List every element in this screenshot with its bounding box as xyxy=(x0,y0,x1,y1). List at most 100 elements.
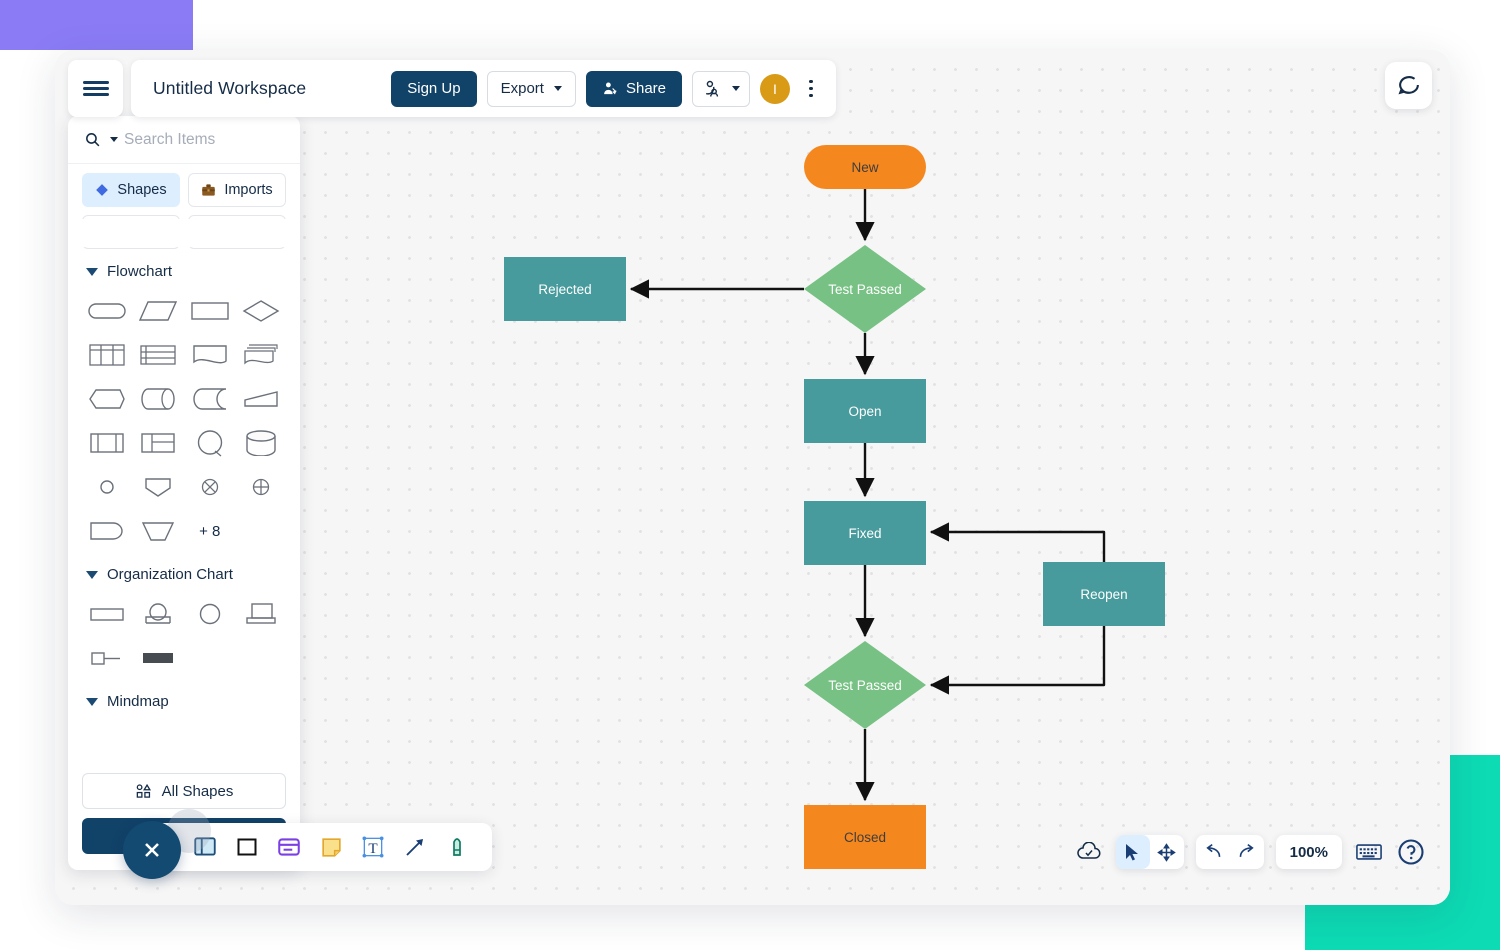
redo-button[interactable] xyxy=(1230,835,1264,869)
shape-org-role[interactable] xyxy=(82,637,132,679)
shape-database[interactable] xyxy=(237,422,287,464)
tab-imports-label: Imports xyxy=(224,182,273,198)
card-icon xyxy=(278,838,300,856)
shape-internal-storage[interactable] xyxy=(82,422,132,464)
shape-org-assistant[interactable] xyxy=(237,593,287,635)
close-icon xyxy=(145,843,159,857)
keyboard-icon xyxy=(1356,844,1382,860)
pointer-mode-group xyxy=(1115,835,1184,869)
shape-org-circle[interactable] xyxy=(185,593,235,635)
title-bar: Untitled Workspace Sign Up Export Share xyxy=(131,60,836,117)
collaborators-button[interactable] xyxy=(692,70,750,107)
connector-tool[interactable] xyxy=(398,830,432,864)
flow-node-reopen[interactable]: Reopen xyxy=(1043,562,1165,626)
shape-tool[interactable] xyxy=(230,830,264,864)
shape-rounded-right[interactable] xyxy=(82,510,132,552)
collaborators-icon xyxy=(705,80,719,97)
flow-node-label: Open xyxy=(848,403,882,419)
hamburger-menu-button[interactable] xyxy=(68,60,123,117)
flow-node-label: New xyxy=(851,159,879,175)
tab-imports[interactable]: Imports xyxy=(188,173,286,207)
cursor-icon xyxy=(1126,843,1139,860)
shape-document[interactable] xyxy=(185,334,235,376)
flow-node-test-passed-2[interactable]: Test Passed xyxy=(804,641,926,729)
move-icon xyxy=(1157,842,1176,862)
shape-trapezoid[interactable] xyxy=(134,510,184,552)
flow-node-rejected[interactable]: Rejected xyxy=(504,257,626,321)
flow-node-label: Test Passed xyxy=(828,281,902,297)
marker-icon xyxy=(453,838,461,856)
shape-x-circle[interactable] xyxy=(185,466,235,508)
select-tool-button[interactable] xyxy=(1115,835,1150,869)
search-input[interactable]: Search Items xyxy=(124,131,215,149)
shape-trapezoid-skew[interactable] xyxy=(237,378,287,420)
chevron-down-icon xyxy=(553,86,562,91)
shape-grid-organization-chart xyxy=(82,593,286,679)
search-icon xyxy=(86,133,100,147)
shape-striped-table[interactable] xyxy=(134,334,184,376)
flow-node-closed[interactable]: Closed xyxy=(804,805,926,869)
shape-plus-circle[interactable] xyxy=(237,466,287,508)
shape-circle[interactable] xyxy=(185,422,235,464)
group-title: Flowchart xyxy=(107,263,173,280)
more-options-button[interactable] xyxy=(800,74,822,104)
sticky-note-tool[interactable] xyxy=(314,830,348,864)
share-button[interactable]: Share xyxy=(585,70,682,107)
pen-tool[interactable] xyxy=(440,830,474,864)
chat-button[interactable] xyxy=(1385,62,1432,109)
chat-bubble-icon xyxy=(1398,76,1419,95)
sign-up-button[interactable]: Sign Up xyxy=(391,70,477,107)
tab-shapes-label: Shapes xyxy=(117,182,167,198)
shape-hexagon[interactable] xyxy=(82,378,132,420)
shape-more-count[interactable]: + 8 xyxy=(185,510,235,552)
shape-cell-empty xyxy=(237,510,287,552)
keyboard-shortcuts-button[interactable] xyxy=(1354,837,1384,867)
shape-cell-empty xyxy=(237,637,287,679)
shape-org-person[interactable] xyxy=(134,593,184,635)
search-bar[interactable]: Search Items xyxy=(68,116,300,164)
shape-small-circle[interactable] xyxy=(82,466,132,508)
shape-multi-document[interactable] xyxy=(237,334,287,376)
all-shapes-label: All Shapes xyxy=(161,782,234,800)
shape-process[interactable] xyxy=(185,290,235,332)
help-icon xyxy=(1398,839,1424,865)
hamburger-icon xyxy=(82,92,109,96)
close-tools-button[interactable] xyxy=(123,821,181,879)
shape-terminator[interactable] xyxy=(82,290,132,332)
group-header-flowchart[interactable]: Flowchart xyxy=(86,263,286,280)
hamburger-icon xyxy=(82,86,109,91)
page-title[interactable]: Untitled Workspace xyxy=(153,78,381,99)
shape-org-filled-bar[interactable] xyxy=(134,637,184,679)
flow-node-open[interactable]: Open xyxy=(804,379,926,443)
shape-split-box[interactable] xyxy=(134,422,184,464)
shape-table[interactable] xyxy=(82,334,132,376)
triangle-down-icon xyxy=(86,570,98,579)
shape-list[interactable]: Flowchart + 8 Organization Chart Mindmap xyxy=(68,249,300,763)
svg-text:T: T xyxy=(368,840,377,857)
flow-node-test-passed-1[interactable]: Test Passed xyxy=(804,245,926,333)
card-tool[interactable] xyxy=(272,830,306,864)
help-button[interactable] xyxy=(1396,837,1426,867)
flow-node-label: Reopen xyxy=(1080,586,1128,602)
zoom-level[interactable]: 100% xyxy=(1275,835,1342,869)
text-tool[interactable]: T xyxy=(356,830,390,864)
triangle-down-icon xyxy=(86,697,98,706)
shape-cylinder-horizontal[interactable] xyxy=(134,378,184,420)
undo-button[interactable] xyxy=(1196,835,1230,869)
share-person-icon xyxy=(604,82,617,95)
export-button[interactable]: Export xyxy=(486,70,576,107)
tab-shapes[interactable]: Shapes xyxy=(82,173,180,207)
group-header-mindmap[interactable]: Mindmap xyxy=(86,693,286,710)
shape-parallelogram[interactable] xyxy=(134,290,184,332)
shape-delay[interactable] xyxy=(185,378,235,420)
shape-decision[interactable] xyxy=(237,290,287,332)
shape-org-box[interactable] xyxy=(82,593,132,635)
pan-tool-button[interactable] xyxy=(1150,835,1184,869)
avatar[interactable]: I xyxy=(760,73,790,104)
flow-node-new[interactable]: New xyxy=(804,145,926,189)
group-header-organization-chart[interactable]: Organization Chart xyxy=(86,566,286,583)
flow-node-fixed[interactable]: Fixed xyxy=(804,501,926,565)
all-shapes-button[interactable]: All Shapes xyxy=(82,773,286,809)
kebab-menu-icon xyxy=(809,93,813,98)
shape-pentagon-down[interactable] xyxy=(134,466,184,508)
